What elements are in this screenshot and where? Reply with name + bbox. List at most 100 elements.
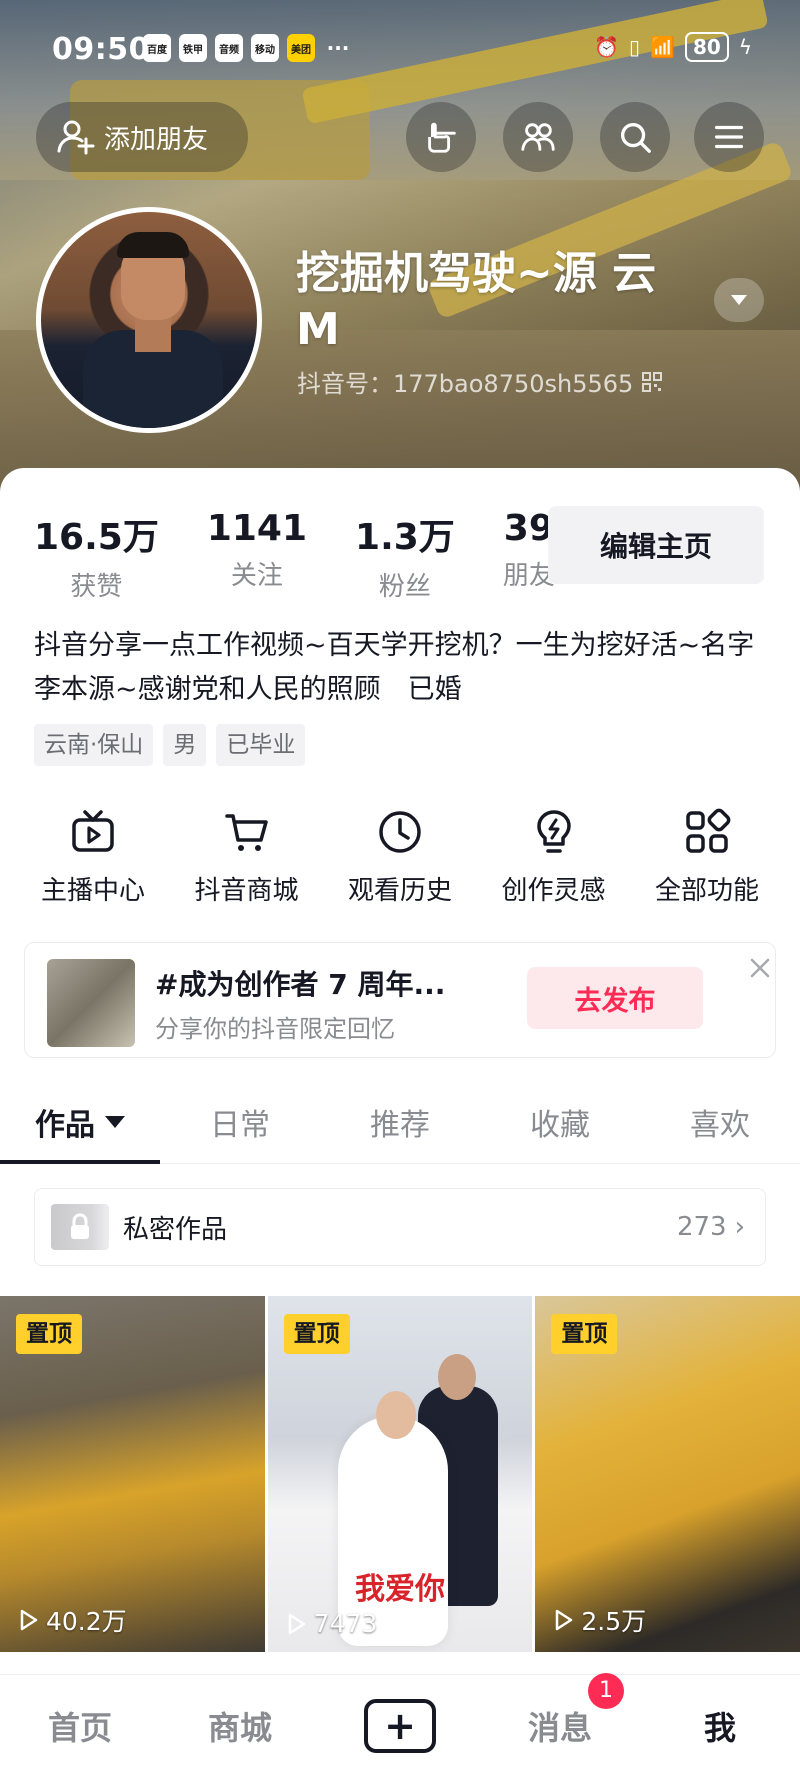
- nav-messages[interactable]: 消息 1: [480, 1672, 640, 1749]
- tag-location[interactable]: 云南·保山: [34, 724, 154, 766]
- stat-value: 1141: [206, 508, 308, 549]
- nav-create[interactable]: +: [320, 1698, 480, 1753]
- stat-following[interactable]: 1141 关注: [207, 508, 307, 603]
- tool-shop[interactable]: 抖音商城: [172, 808, 322, 907]
- hand-pointer-icon: [428, 122, 456, 153]
- baidu-icon: 百度: [143, 34, 171, 62]
- profile-bio: 抖音分享一点工作视频~百天学开挖机？一生为挖好活~名字李本源~感谢党和人民的照顾…: [34, 630, 755, 705]
- notification-badge: 1: [588, 1672, 624, 1709]
- nav-mall[interactable]: 商城: [160, 1703, 320, 1749]
- stat-value: 39: [503, 508, 554, 549]
- stat-label: 粉丝: [378, 572, 431, 602]
- close-icon[interactable]: [745, 953, 775, 983]
- tab-works[interactable]: 作品: [0, 1080, 160, 1164]
- qr-code-icon: [642, 371, 663, 392]
- creator-anniversary-banner[interactable]: #成为创作者 7 周年... 分享你的抖音限定回忆 去发布: [24, 942, 776, 1058]
- tool-label: 全部功能: [654, 876, 759, 906]
- hand-pointer-button[interactable]: [406, 102, 476, 172]
- douyin-id[interactable]: 抖音号：177bao8750sh5565: [297, 364, 663, 399]
- play-count-value: 40.2万: [46, 1607, 127, 1636]
- tool-all-features[interactable]: 全部功能: [632, 808, 782, 907]
- add-person-icon: [57, 120, 95, 155]
- plus-icon: +: [364, 1698, 436, 1753]
- play-count-value: 2.5万: [581, 1607, 647, 1636]
- tab-favorites[interactable]: 收藏: [480, 1080, 640, 1163]
- tool-live-center[interactable]: 主播中心: [18, 808, 168, 907]
- douyin-id-text: 抖音号：177bao8750sh5565: [297, 370, 634, 398]
- private-works-row[interactable]: 私密作品 273 ›: [34, 1188, 766, 1266]
- profile-tags: 云南·保山 男 已毕业: [34, 724, 306, 766]
- pinned-badge: 置顶: [283, 1314, 350, 1354]
- promo-thumbnail: [47, 959, 135, 1047]
- cart-icon: [224, 814, 268, 851]
- search-button[interactable]: [600, 102, 670, 172]
- tag-gender[interactable]: 男: [163, 724, 207, 766]
- play-count: 2.5万: [551, 1602, 646, 1638]
- friends-button[interactable]: [503, 102, 573, 172]
- play-icon: [556, 1609, 573, 1631]
- menu-button[interactable]: [694, 102, 764, 172]
- profile-card: 16.5万 获赞 1141 关注 1.3万 粉丝 39 朋友 编辑主页 抖音分享…: [0, 468, 800, 1776]
- chevron-down-icon: [731, 295, 747, 305]
- tab-recommend[interactable]: 推荐: [320, 1080, 480, 1163]
- thumb-groom-head: [437, 1354, 476, 1400]
- promo-subtitle: 分享你的抖音限定回忆: [155, 1015, 395, 1043]
- avatar[interactable]: [36, 207, 262, 433]
- tab-likes[interactable]: 喜欢: [640, 1080, 800, 1163]
- clock-icon: [379, 811, 421, 853]
- tool-label: 抖音商城: [194, 876, 299, 906]
- promo-title: #成为创作者 7 周年...: [155, 968, 446, 1001]
- grid-icon: [686, 808, 731, 853]
- meituan-icon: 美团: [287, 34, 315, 62]
- status-right: ⏰ ▯ 📶 80 ϟ: [594, 32, 752, 62]
- play-icon: [20, 1609, 38, 1631]
- wifi-icon: 📶: [650, 35, 675, 59]
- pinned-badge: 置顶: [551, 1314, 618, 1354]
- play-count: 7473: [284, 1609, 377, 1638]
- stat-label: 关注: [230, 561, 283, 591]
- video-thumbnail[interactable]: 置顶 我爱你 7473: [267, 1296, 533, 1652]
- feature-shortcuts: 主播中心 抖音商城 观看历史 创作灵感 全部功能: [18, 808, 782, 907]
- thumb-bride-head: [375, 1391, 416, 1439]
- stat-likes[interactable]: 16.5万 获赞: [34, 508, 159, 603]
- profile-stats: 16.5万 获赞 1141 关注 1.3万 粉丝 39 朋友: [34, 508, 603, 603]
- publish-button[interactable]: 去发布: [527, 967, 703, 1029]
- tiejia-icon: 铁甲: [179, 34, 207, 62]
- play-icon: [288, 1613, 305, 1634]
- caret-down-icon: [105, 1115, 125, 1128]
- add-friend-button[interactable]: 添加朋友: [36, 102, 248, 172]
- tool-history[interactable]: 观看历史: [325, 808, 475, 907]
- tv-play-icon: [72, 810, 114, 852]
- vibrate-icon: ▯: [629, 35, 641, 59]
- lightbulb-icon: [536, 810, 571, 853]
- mobile-icon: 移动: [251, 34, 279, 62]
- more-notifications-icon: ···: [326, 36, 350, 60]
- audio-icon: 音频: [215, 34, 243, 62]
- tag-education[interactable]: 已毕业: [216, 724, 306, 766]
- video-thumbnail[interactable]: 置顶 40.2万: [0, 1296, 265, 1652]
- menu-icon: [714, 125, 744, 149]
- status-app-icons: 百度 铁甲 音频 移动 美团 ···: [143, 34, 353, 62]
- tab-daily[interactable]: 日常: [160, 1080, 320, 1163]
- private-works-count: 273: [676, 1212, 727, 1242]
- stat-followers[interactable]: 1.3万 粉丝: [355, 508, 455, 603]
- search-icon: [620, 122, 651, 153]
- tool-label: 创作灵感: [501, 876, 606, 906]
- edit-profile-button[interactable]: 编辑主页: [548, 506, 764, 584]
- pinned-badge: 置顶: [16, 1314, 82, 1354]
- tool-inspiration[interactable]: 创作灵感: [479, 808, 629, 907]
- profile-name: 挖掘机驾驶~源 云M: [296, 248, 657, 355]
- nav-me[interactable]: 我: [640, 1703, 800, 1749]
- nav-home[interactable]: 首页: [0, 1703, 160, 1749]
- stat-value: 16.5万: [34, 517, 159, 558]
- nav-messages-label: 消息: [527, 1708, 592, 1747]
- chevron-right-icon: ›: [734, 1212, 745, 1242]
- status-time: 09:50: [52, 32, 150, 67]
- avatar-hair: [117, 232, 189, 258]
- play-count: 40.2万: [16, 1602, 127, 1638]
- bottom-nav: 首页 商城 + 消息 1 我: [0, 1672, 800, 1776]
- video-thumbnail[interactable]: 置顶 2.5万: [535, 1296, 800, 1652]
- stat-label: 获赞: [70, 572, 123, 602]
- account-switch-button[interactable]: [714, 278, 764, 322]
- add-friend-label: 添加朋友: [104, 124, 209, 155]
